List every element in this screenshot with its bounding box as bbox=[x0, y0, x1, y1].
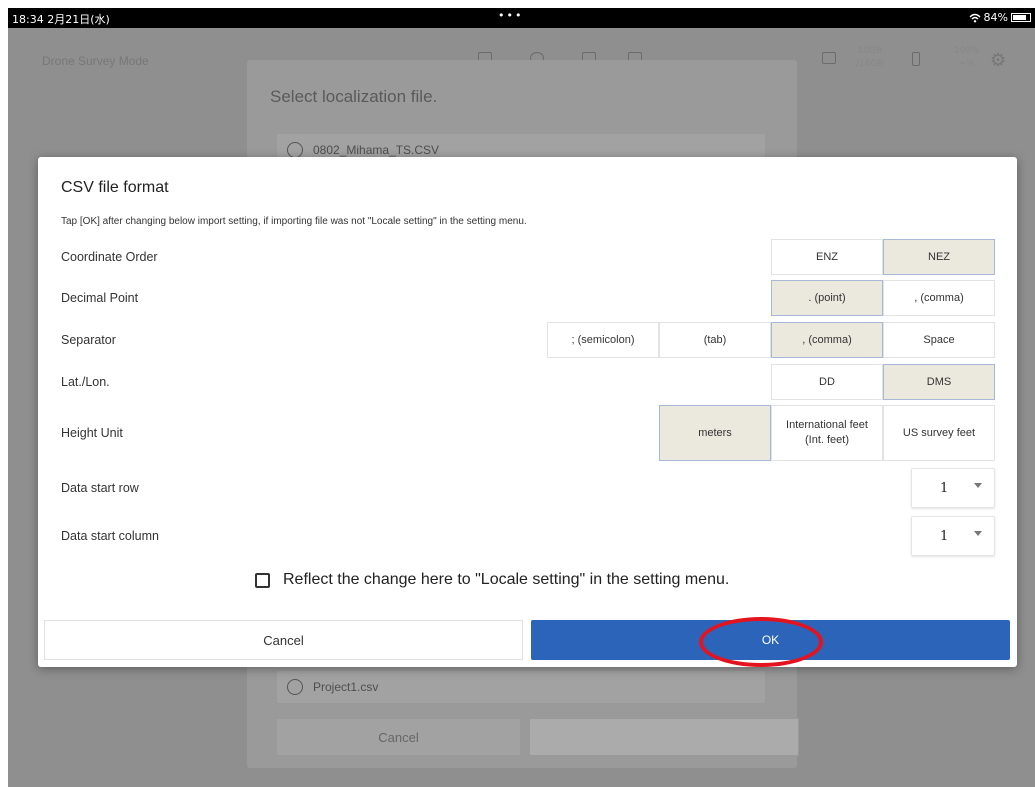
battery-level bbox=[1013, 15, 1026, 20]
tablet-screen: 18:34 2月21日(水) ••• 84% Drone Survey Mode… bbox=[8, 8, 1035, 787]
file-list-item[interactable]: Project1.csv bbox=[276, 670, 766, 704]
app-title: Drone Survey Mode bbox=[42, 54, 149, 68]
decimal-point-label: Decimal Point bbox=[61, 291, 139, 305]
option-dms[interactable]: DMS bbox=[883, 364, 995, 400]
select-value: 1 bbox=[940, 529, 949, 544]
reflect-label: Reflect the change here to "Locale setti… bbox=[283, 571, 730, 588]
reflect-checkbox[interactable] bbox=[255, 572, 270, 588]
battery-percentage: 84% bbox=[983, 11, 1008, 24]
option-comma[interactable]: , (comma) bbox=[883, 280, 995, 316]
option-space[interactable]: Space bbox=[883, 322, 995, 358]
radio-button[interactable] bbox=[287, 142, 303, 158]
data-start-column-label: Data start column bbox=[61, 529, 159, 543]
option-comma[interactable]: , (comma) bbox=[771, 322, 883, 358]
height-unit-label: Height Unit bbox=[61, 426, 123, 440]
select-value: 1 bbox=[940, 481, 949, 496]
device-battery-sub: +% bbox=[958, 59, 975, 69]
status-indicators: 84% bbox=[969, 11, 1031, 24]
option-dd[interactable]: DD bbox=[771, 364, 883, 400]
device-battery: 100% +% bbox=[954, 45, 980, 71]
coordinate-order-label: Coordinate Order bbox=[61, 250, 158, 264]
storage-indicator: 10GB /16GB bbox=[856, 45, 884, 71]
status-bar: 18:34 2月21日(水) ••• 84% bbox=[8, 8, 1035, 28]
multitask-dots[interactable]: ••• bbox=[498, 9, 523, 22]
data-start-row-label: Data start row bbox=[61, 481, 139, 495]
separator-label: Separator bbox=[61, 333, 116, 347]
chevron-down-icon bbox=[974, 531, 982, 536]
dialog-title: CSV file format bbox=[61, 179, 169, 196]
folder-icon[interactable] bbox=[822, 52, 836, 64]
storage-used: 10GB bbox=[857, 46, 883, 56]
chevron-down-icon bbox=[974, 483, 982, 488]
highlight-annotation bbox=[699, 617, 823, 667]
file-name: Project1.csv bbox=[313, 680, 379, 694]
cancel-button[interactable]: Cancel bbox=[276, 718, 521, 756]
file-name: 0802_Mihama_TS.CSV bbox=[313, 143, 440, 157]
storage-total: /16GB bbox=[856, 59, 884, 69]
battery-icon bbox=[912, 52, 920, 66]
device-battery-percent: 100% bbox=[954, 46, 980, 56]
gear-icon[interactable]: ⚙ bbox=[990, 50, 1006, 71]
latlon-label: Lat./Lon. bbox=[61, 375, 110, 389]
option-point[interactable]: . (point) bbox=[771, 280, 883, 316]
option-semicolon[interactable]: ; (semicolon) bbox=[547, 322, 659, 358]
option-meters[interactable]: meters bbox=[659, 405, 771, 461]
data-start-column-select[interactable]: 1 bbox=[911, 516, 995, 556]
dialog-title: Select localization file. bbox=[270, 87, 438, 106]
ok-button[interactable] bbox=[529, 718, 799, 756]
battery-icon bbox=[1011, 13, 1031, 22]
option-nez[interactable]: NEZ bbox=[883, 239, 995, 275]
status-time: 18:34 2月21日(水) bbox=[12, 13, 110, 26]
option-tab[interactable]: (tab) bbox=[659, 322, 771, 358]
option-us-survey-feet[interactable]: US survey feet bbox=[883, 405, 995, 461]
option-international-feet[interactable]: International feet (Int. feet) bbox=[771, 405, 883, 461]
csv-format-dialog: CSV file format Tap [OK] after changing … bbox=[38, 157, 1017, 667]
wifi-icon bbox=[969, 13, 981, 22]
data-start-row-select[interactable]: 1 bbox=[911, 468, 995, 508]
radio-button[interactable] bbox=[287, 679, 303, 695]
reflect-setting-row[interactable]: Reflect the change here to "Locale setti… bbox=[255, 571, 729, 589]
instruction-text: Tap [OK] after changing below import set… bbox=[61, 216, 527, 227]
option-enz[interactable]: ENZ bbox=[771, 239, 883, 275]
cancel-button[interactable]: Cancel bbox=[44, 620, 523, 660]
